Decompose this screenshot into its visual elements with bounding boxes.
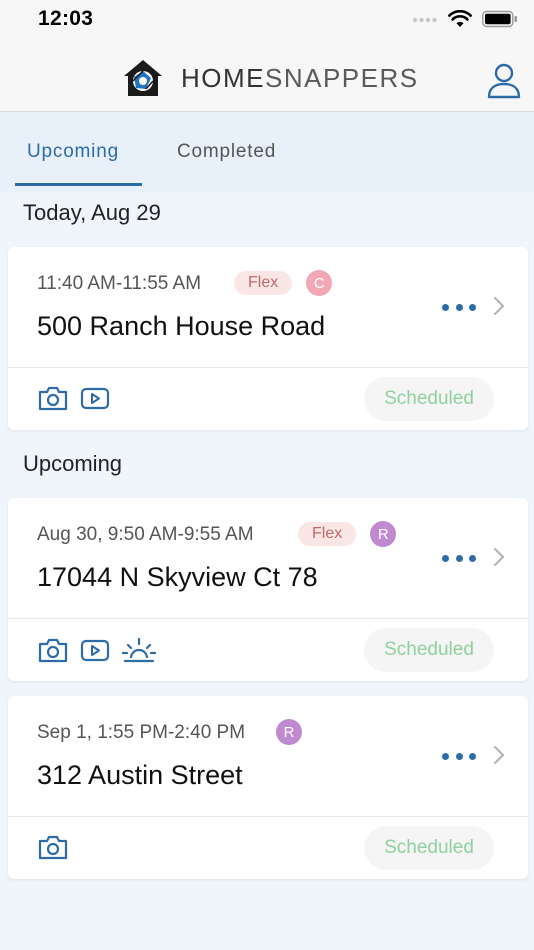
status-badge: Scheduled: [364, 826, 494, 870]
appointment-time: Sep 1, 1:55 PM-2:40 PM: [37, 722, 246, 743]
active-tab-indicator: [15, 183, 142, 186]
appointment-time: 11:40 AM-11:55 AM: [37, 273, 202, 294]
logo-home: HOME: [181, 62, 265, 93]
house-shutter-icon: [124, 60, 162, 96]
user-icon: [487, 63, 521, 99]
tab-bar: Upcoming Completed: [0, 112, 534, 192]
flex-badge: Flex: [234, 271, 293, 295]
card-footer: Scheduled: [8, 817, 528, 879]
appointment-card[interactable]: 11:40 AM-11:55 AM Flex C 500 Ranch House…: [8, 247, 528, 430]
section-title-today: Today, Aug 29: [23, 200, 161, 225]
app-header: HOMESNAPPERS: [0, 44, 534, 112]
chevron-right-icon[interactable]: [492, 744, 506, 766]
homesnappers-logo: HOMESNAPPERS: [122, 58, 419, 98]
wifi-icon: [448, 10, 472, 27]
profile-button[interactable]: [484, 60, 524, 100]
media-icons: [38, 834, 68, 860]
logo-snappers: SNAPPERS: [265, 62, 419, 93]
video-icon: [80, 387, 110, 410]
avatar: C: [306, 270, 333, 296]
battery-icon: [482, 10, 517, 28]
card-meta: R: [276, 719, 302, 745]
section-title-upcoming: Upcoming: [23, 451, 123, 476]
media-icons: [38, 385, 110, 411]
appointment-address: 500 Ranch House Road: [37, 311, 326, 341]
appointment-card[interactable]: Sep 1, 1:55 PM-2:40 PM R 312 Austin Stre…: [8, 696, 528, 879]
appointment-card[interactable]: Aug 30, 9:50 AM-9:55 AM Flex R 17044 N S…: [8, 498, 528, 681]
status-badge: Scheduled: [364, 628, 494, 672]
logo-text: HOMESNAPPERS: [181, 63, 419, 94]
card-footer: Scheduled: [8, 619, 528, 681]
card-meta: Flex R: [298, 521, 397, 547]
camera-icon: [38, 835, 68, 860]
card-header: 11:40 AM-11:55 AM Flex C 500 Ranch House…: [8, 247, 528, 368]
tab-completed[interactable]: Completed: [177, 141, 276, 163]
card-footer: Scheduled: [8, 368, 528, 430]
camera-icon: [38, 638, 68, 663]
tab-upcoming[interactable]: Upcoming: [27, 141, 119, 163]
more-options-button[interactable]: [442, 551, 476, 565]
signal-icon: [412, 17, 437, 23]
status-badge: Scheduled: [364, 377, 494, 421]
flex-badge: Flex: [298, 522, 357, 546]
media-icons: [38, 636, 156, 664]
card-header: Aug 30, 9:50 AM-9:55 AM Flex R 17044 N S…: [8, 498, 528, 619]
more-options-button[interactable]: [442, 300, 476, 314]
appointment-address: 312 Austin Street: [37, 760, 243, 790]
avatar: R: [370, 521, 397, 547]
status-icons: [412, 8, 518, 30]
appointment-time: Aug 30, 9:50 AM-9:55 AM: [37, 524, 254, 545]
more-options-button[interactable]: [442, 749, 476, 763]
appointment-address: 17044 N Skyview Ct 78: [37, 562, 318, 592]
card-header: Sep 1, 1:55 PM-2:40 PM R 312 Austin Stre…: [8, 696, 528, 817]
status-bar: 12:03: [0, 0, 534, 44]
chevron-right-icon[interactable]: [492, 546, 506, 568]
status-time: 12:03: [38, 7, 94, 30]
chevron-right-icon[interactable]: [492, 295, 506, 317]
avatar: R: [276, 719, 302, 745]
video-icon: [80, 639, 110, 662]
sunset-icon: [122, 637, 156, 663]
card-meta: Flex C: [234, 270, 333, 296]
camera-icon: [38, 386, 68, 411]
